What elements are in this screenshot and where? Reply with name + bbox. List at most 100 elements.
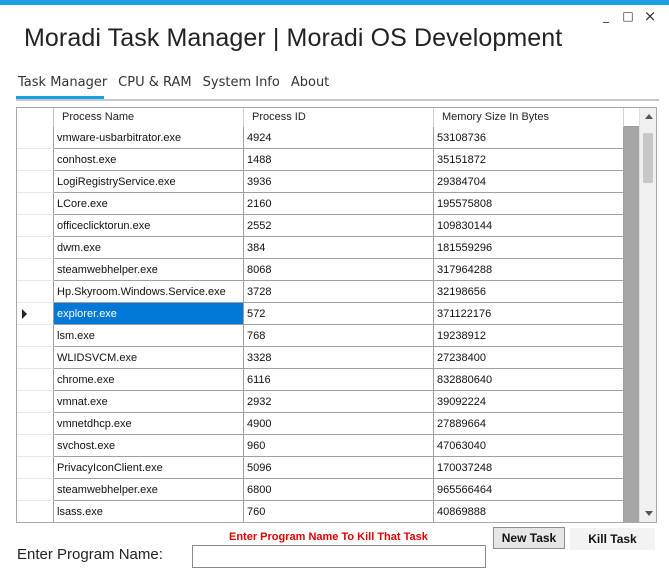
table-row[interactable]: LogiRegistryService.exe 3936 29384704	[17, 171, 640, 193]
table-row[interactable]: WLIDSVCM.exe 3328 27238400	[17, 347, 640, 369]
cell-process-id[interactable]: 4924	[244, 127, 434, 149]
row-header[interactable]	[17, 325, 54, 347]
kill-task-button[interactable]: Kill Task	[570, 528, 655, 550]
cell-process-name[interactable]: officeclicktorun.exe	[54, 215, 244, 237]
row-header[interactable]	[17, 149, 54, 171]
row-header[interactable]	[17, 347, 54, 369]
cell-process-name[interactable]: lsm.exe	[54, 325, 244, 347]
table-row[interactable]: svchost.exe 960 47063040	[17, 435, 640, 457]
cell-memory-size[interactable]: 53108736	[434, 127, 624, 149]
cell-memory-size[interactable]: 40869888	[434, 501, 624, 522]
cell-process-id[interactable]: 960	[244, 435, 434, 457]
tab-about[interactable]: About	[291, 75, 329, 93]
row-header[interactable]	[17, 391, 54, 413]
cell-process-name[interactable]: vmware-usbarbitrator.exe	[54, 127, 244, 149]
cell-memory-size[interactable]: 181559296	[434, 237, 624, 259]
table-row[interactable]: officeclicktorun.exe 2552 109830144	[17, 215, 640, 237]
cell-process-name[interactable]: dwm.exe	[54, 237, 244, 259]
row-header[interactable]	[17, 237, 54, 259]
table-row[interactable]: steamwebhelper.exe 8068 317964288	[17, 259, 640, 281]
table-row[interactable]: conhost.exe 1488 35151872	[17, 149, 640, 171]
row-header[interactable]	[17, 193, 54, 215]
cell-process-name[interactable]: chrome.exe	[54, 369, 244, 391]
table-row[interactable]: explorer.exe 572 371122176	[17, 303, 640, 325]
close-button[interactable]: ×	[639, 7, 661, 25]
cell-process-id[interactable]: 2160	[244, 193, 434, 215]
process-grid[interactable]: Process Name Process ID Memory Size In B…	[16, 107, 657, 523]
cell-process-name[interactable]: conhost.exe	[54, 149, 244, 171]
scroll-thumb[interactable]	[643, 133, 653, 183]
maximize-button[interactable]: □	[617, 9, 639, 23]
row-header[interactable]	[17, 215, 54, 237]
vertical-scrollbar[interactable]	[639, 108, 656, 522]
table-row[interactable]: vmware-usbarbitrator.exe 4924 53108736	[17, 127, 640, 149]
cell-memory-size[interactable]: 19238912	[434, 325, 624, 347]
cell-process-id[interactable]: 6116	[244, 369, 434, 391]
row-header[interactable]	[17, 413, 54, 435]
row-header[interactable]	[17, 457, 54, 479]
cell-process-id[interactable]: 8068	[244, 259, 434, 281]
table-row[interactable]: Hp.Skyroom.Windows.Service.exe 3728 321986…	[17, 281, 640, 303]
cell-memory-size[interactable]: 965566464	[434, 479, 624, 501]
cell-memory-size[interactable]: 47063040	[434, 435, 624, 457]
cell-process-name[interactable]: vmnetdhcp.exe	[54, 413, 244, 435]
cell-process-id[interactable]: 3728	[244, 281, 434, 303]
program-name-input[interactable]	[192, 545, 486, 568]
cell-process-id[interactable]: 1488	[244, 149, 434, 171]
row-header[interactable]	[17, 281, 54, 303]
cell-process-name[interactable]: lsass.exe	[54, 501, 244, 522]
cell-process-name[interactable]: Hp.Skyroom.Windows.Service.exe	[54, 281, 244, 303]
column-header-process-id[interactable]: Process ID	[244, 108, 434, 127]
table-row[interactable]: chrome.exe 6116 832880640	[17, 369, 640, 391]
column-header-process-name[interactable]: Process Name	[54, 108, 244, 127]
table-row[interactable]: PrivacyIconClient.exe 5096 170037248	[17, 457, 640, 479]
row-header[interactable]	[17, 479, 54, 501]
scroll-down-button[interactable]	[640, 505, 656, 522]
cell-process-name[interactable]: vmnat.exe	[54, 391, 244, 413]
cell-process-id[interactable]: 5096	[244, 457, 434, 479]
new-task-button[interactable]: New Task	[493, 527, 565, 549]
row-header[interactable]	[17, 369, 54, 391]
cell-process-name[interactable]: WLIDSVCM.exe	[54, 347, 244, 369]
table-row[interactable]: steamwebhelper.exe 6800 965566464	[17, 479, 640, 501]
cell-process-name[interactable]: explorer.exe	[54, 303, 244, 325]
cell-memory-size[interactable]: 317964288	[434, 259, 624, 281]
cell-memory-size[interactable]: 39092224	[434, 391, 624, 413]
grid-corner[interactable]	[17, 108, 54, 127]
cell-process-id[interactable]: 760	[244, 501, 434, 522]
cell-process-id[interactable]: 2552	[244, 215, 434, 237]
cell-memory-size[interactable]: 35151872	[434, 149, 624, 171]
table-row[interactable]: dwm.exe 384 181559296	[17, 237, 640, 259]
table-row[interactable]: vmnetdhcp.exe 4900 27889664	[17, 413, 640, 435]
table-row[interactable]: vmnat.exe 2932 39092224	[17, 391, 640, 413]
row-header[interactable]	[17, 303, 54, 325]
cell-memory-size[interactable]: 32198656	[434, 281, 624, 303]
cell-process-id[interactable]: 3936	[244, 171, 434, 193]
cell-memory-size[interactable]: 170037248	[434, 457, 624, 479]
cell-memory-size[interactable]: 109830144	[434, 215, 624, 237]
cell-process-name[interactable]: steamwebhelper.exe	[54, 479, 244, 501]
cell-process-name[interactable]: LCore.exe	[54, 193, 244, 215]
row-header[interactable]	[17, 127, 54, 149]
cell-memory-size[interactable]: 27238400	[434, 347, 624, 369]
table-row[interactable]: LCore.exe 2160 195575808	[17, 193, 640, 215]
cell-process-name[interactable]: LogiRegistryService.exe	[54, 171, 244, 193]
cell-process-id[interactable]: 384	[244, 237, 434, 259]
cell-process-id[interactable]: 3328	[244, 347, 434, 369]
cell-process-name[interactable]: steamwebhelper.exe	[54, 259, 244, 281]
cell-process-id[interactable]: 768	[244, 325, 434, 347]
tab-cpu-ram[interactable]: CPU & RAM	[118, 75, 191, 93]
scroll-up-button[interactable]	[640, 108, 656, 125]
cell-process-id[interactable]: 572	[244, 303, 434, 325]
row-header[interactable]	[17, 501, 54, 522]
cell-process-name[interactable]: svchost.exe	[54, 435, 244, 457]
row-header[interactable]	[17, 171, 54, 193]
cell-memory-size[interactable]: 27889664	[434, 413, 624, 435]
table-row[interactable]: lsm.exe 768 19238912	[17, 325, 640, 347]
cell-process-id[interactable]: 6800	[244, 479, 434, 501]
tab-task-manager[interactable]: Task Manager	[18, 75, 107, 93]
cell-memory-size[interactable]: 195575808	[434, 193, 624, 215]
cell-process-name[interactable]: PrivacyIconClient.exe	[54, 457, 244, 479]
column-header-memory-size[interactable]: Memory Size In Bytes	[434, 108, 624, 127]
cell-process-id[interactable]: 4900	[244, 413, 434, 435]
